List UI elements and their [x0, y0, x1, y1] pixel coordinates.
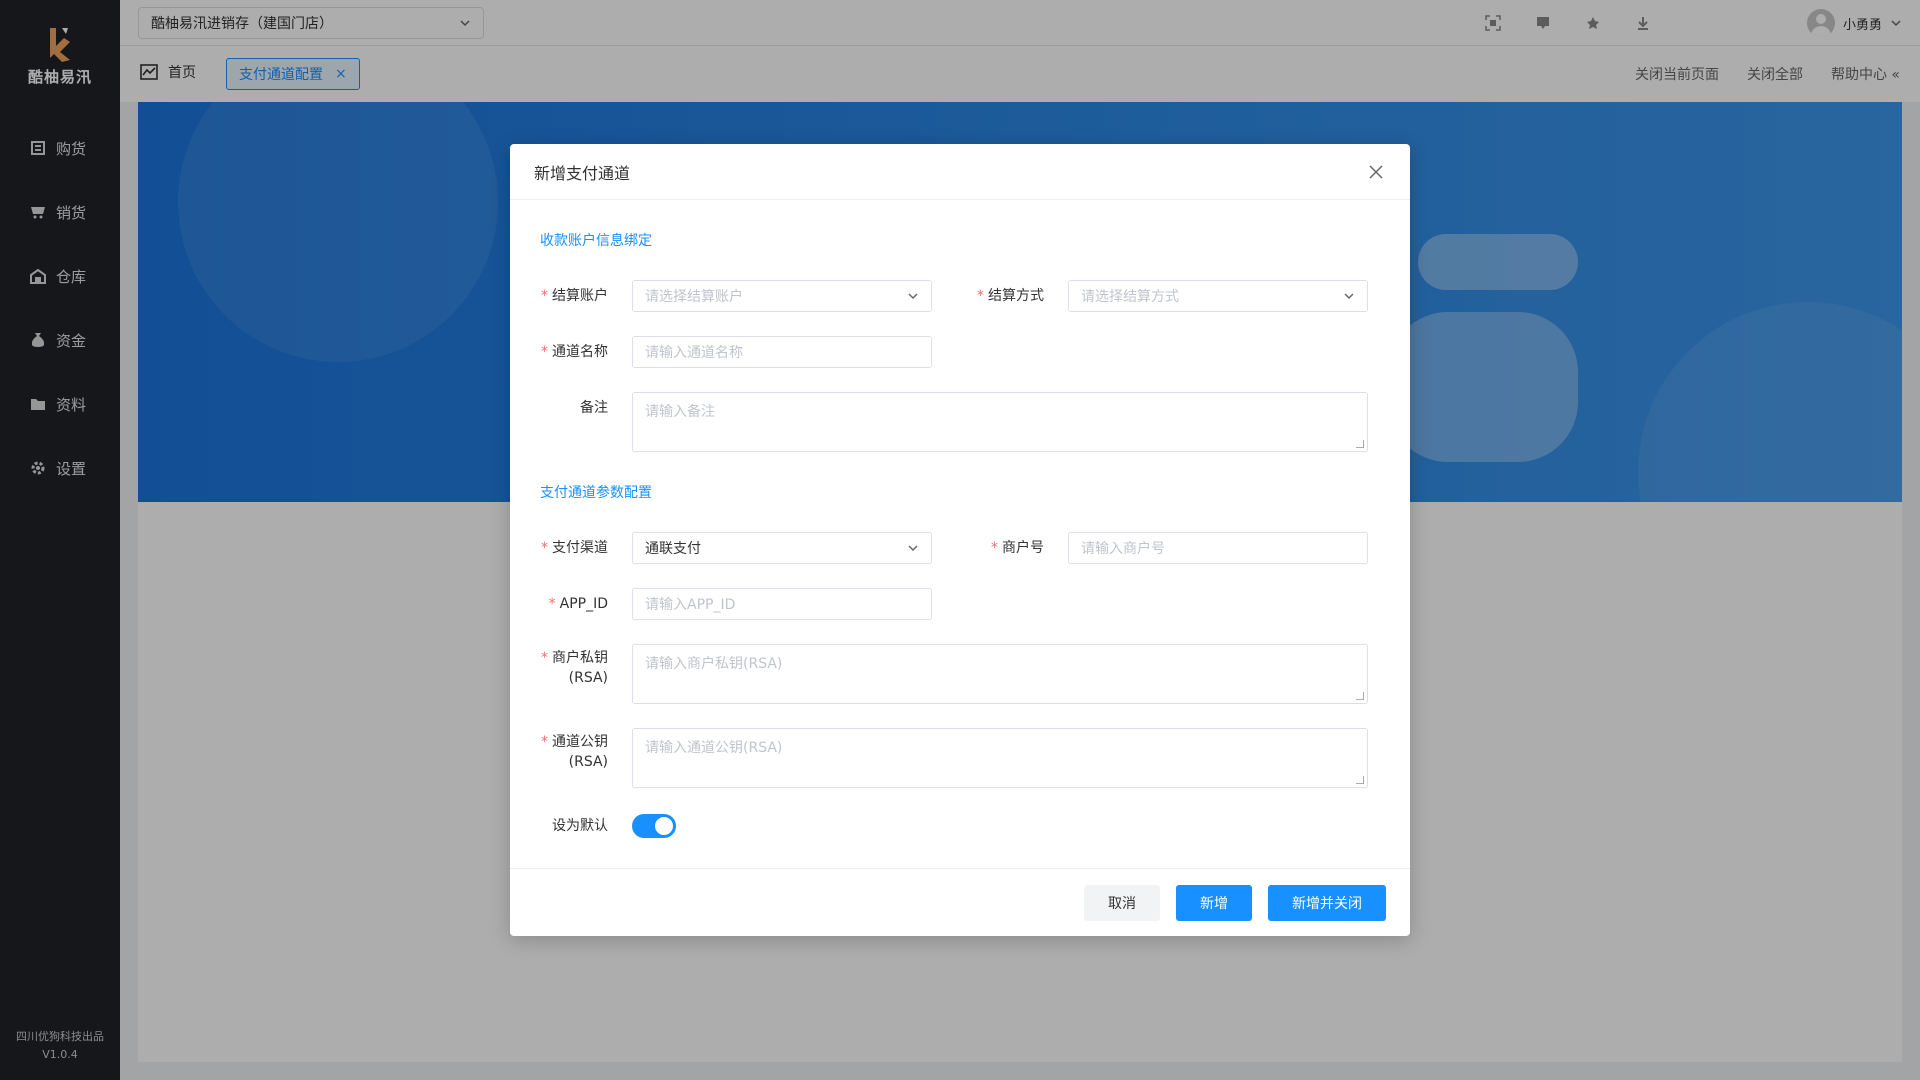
add-payment-channel-dialog: 新增支付通道 收款账户信息绑定 * 结算账户 请选择结算账户 * 结算方式 请选择结…	[510, 144, 1410, 936]
select-value: 通联支付	[645, 541, 701, 557]
dialog-header: 新增支付通道	[510, 144, 1410, 200]
private-key-row: * 商户私钥 (RSA) 请输入商户私钥(RSA)	[520, 644, 1368, 704]
add-button[interactable]: 新增	[1176, 885, 1252, 921]
channel-name-label: * 通道名称	[541, 344, 608, 360]
dialog-footer: 取消 新增 新增并关闭	[510, 868, 1410, 936]
private-key-textarea[interactable]: 请输入商户私钥(RSA)	[632, 644, 1368, 704]
label-text: APP_ID	[559, 596, 608, 612]
close-icon[interactable]	[1366, 162, 1386, 182]
channel-name-row: * 通道名称 请输入通道名称	[520, 336, 932, 368]
chevron-down-icon	[908, 293, 918, 300]
pay-channel-row: * 支付渠道 通联支付	[520, 532, 932, 564]
label-text: 商户私钥	[552, 650, 608, 666]
remark-textarea[interactable]: 请输入备注	[632, 392, 1368, 452]
default-toggle[interactable]	[632, 814, 676, 838]
pay-channel-select[interactable]: 通联支付	[632, 532, 932, 564]
remark-label: 备注	[580, 400, 608, 416]
textarea-placeholder: 请输入通道公钥(RSA)	[645, 740, 783, 756]
select-placeholder: 请选择结算方式	[1081, 289, 1179, 305]
channel-name-input[interactable]: 请输入通道名称	[632, 336, 932, 368]
private-key-label: * 商户私钥 (RSA)	[520, 644, 632, 688]
label-text: (RSA)	[568, 754, 608, 770]
merchant-no-row: * 商户号 请输入商户号	[956, 532, 1368, 564]
app-id-row: * APP_ID 请输入APP_ID	[520, 588, 932, 620]
settle-method-label: * 结算方式	[977, 288, 1044, 304]
public-key-textarea[interactable]: 请输入通道公钥(RSA)	[632, 728, 1368, 788]
pay-channel-label: * 支付渠道	[541, 540, 608, 556]
label-text: 结算账户	[552, 288, 608, 304]
dialog-title: 新增支付通道	[534, 163, 631, 183]
select-placeholder: 请选择结算账户	[645, 289, 743, 305]
public-key-label: * 通道公钥 (RSA)	[520, 728, 632, 772]
default-label: 设为默认	[552, 818, 608, 834]
default-row: 设为默认	[520, 814, 676, 838]
chevron-down-icon	[908, 545, 918, 552]
app-id-input[interactable]: 请输入APP_ID	[632, 588, 932, 620]
input-placeholder: 请输入通道名称	[645, 345, 743, 361]
settle-account-row: * 结算账户 请选择结算账户	[520, 280, 932, 312]
label-text: 商户号	[1002, 540, 1044, 556]
remark-row: 备注 请输入备注	[520, 392, 1368, 452]
section-account-binding: 收款账户信息绑定	[540, 233, 652, 249]
section-channel-params: 支付通道参数配置	[540, 485, 652, 501]
label-text: 通道名称	[552, 344, 608, 360]
chevron-down-icon	[1344, 293, 1354, 300]
label-text: 通道公钥	[552, 734, 608, 750]
settle-method-row: * 结算方式 请选择结算方式	[956, 280, 1368, 312]
app-id-label: * APP_ID	[548, 596, 608, 612]
settle-method-select[interactable]: 请选择结算方式	[1068, 280, 1368, 312]
add-and-close-button[interactable]: 新增并关闭	[1268, 885, 1386, 921]
textarea-placeholder: 请输入备注	[645, 404, 715, 420]
settle-account-label: * 结算账户	[541, 288, 608, 304]
input-placeholder: 请输入商户号	[1081, 541, 1165, 557]
textarea-placeholder: 请输入商户私钥(RSA)	[645, 656, 783, 672]
settle-account-select[interactable]: 请选择结算账户	[632, 280, 932, 312]
cancel-button[interactable]: 取消	[1084, 885, 1160, 921]
public-key-row: * 通道公钥 (RSA) 请输入通道公钥(RSA)	[520, 728, 1368, 788]
merchant-no-input[interactable]: 请输入商户号	[1068, 532, 1368, 564]
label-text: 支付渠道	[552, 540, 608, 556]
label-text: (RSA)	[568, 670, 608, 686]
label-text: 结算方式	[988, 288, 1044, 304]
merchant-no-label: * 商户号	[991, 540, 1044, 556]
input-placeholder: 请输入APP_ID	[645, 597, 736, 613]
